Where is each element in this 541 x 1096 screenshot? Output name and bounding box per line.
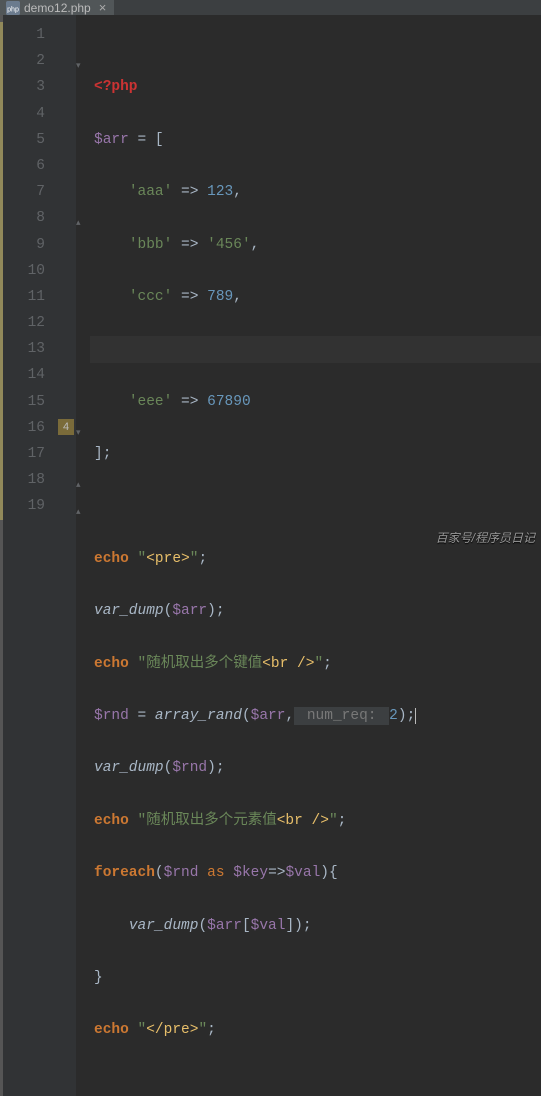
line-number[interactable]: 15 [3, 389, 45, 415]
fold-icon[interactable]: ▾ [76, 53, 81, 79]
current-line-highlight [90, 336, 541, 362]
php-file-icon: php [6, 1, 20, 15]
line-number[interactable]: 1 [3, 22, 45, 48]
line-number[interactable]: 13 [3, 336, 45, 362]
line-number[interactable]: 19 [3, 493, 45, 519]
line-number[interactable]: 8 [3, 205, 45, 231]
diff-marker[interactable]: 4 [58, 419, 74, 435]
line-number[interactable]: 5 [3, 127, 45, 153]
fold-icon[interactable]: ▴ [76, 499, 81, 525]
code-area: 1 2 3 4 5 6 7 8 9 10 11 12 13 14 15 16 1… [0, 15, 541, 1096]
code-text[interactable]: <?php $arr = [ 'aaa' => 123, 'bbb' => '4… [90, 15, 541, 1096]
fold-icon[interactable]: ▾ [76, 420, 81, 446]
line-number[interactable]: 18 [3, 467, 45, 493]
line-number[interactable]: 11 [3, 284, 45, 310]
line-number[interactable]: 9 [3, 232, 45, 258]
fold-icon[interactable]: ▴ [76, 472, 81, 498]
diff-gutter: 4 [55, 15, 76, 1096]
line-number[interactable]: 3 [3, 74, 45, 100]
line-number[interactable]: 14 [3, 362, 45, 388]
parameter-hint: num_req: [294, 707, 389, 725]
svg-text:php: php [7, 6, 19, 13]
line-number[interactable]: 2 [3, 48, 45, 74]
editor-root: php demo12.php × 1 2 3 4 5 6 7 8 9 10 11… [0, 0, 541, 550]
fold-icon[interactable]: ▴ [76, 210, 81, 236]
line-number[interactable]: 16 [3, 415, 45, 441]
line-number[interactable]: 7 [3, 179, 45, 205]
tab-bar: php demo12.php × [0, 0, 541, 15]
line-number[interactable]: 17 [3, 441, 45, 467]
watermark: 百家号/程序员日记 [436, 529, 535, 546]
line-number[interactable]: 12 [3, 310, 45, 336]
file-tab[interactable]: php demo12.php × [0, 0, 114, 15]
close-icon[interactable]: × [99, 0, 107, 15]
line-number[interactable]: 6 [3, 153, 45, 179]
tab-title: demo12.php [24, 1, 91, 15]
line-number[interactable]: 10 [3, 258, 45, 284]
line-gutter: 1 2 3 4 5 6 7 8 9 10 11 12 13 14 15 16 1… [3, 15, 55, 1096]
line-number[interactable]: 4 [3, 101, 45, 127]
fold-gutter: ▾ ▴ ▾ ▴ ▴ [76, 15, 90, 1096]
